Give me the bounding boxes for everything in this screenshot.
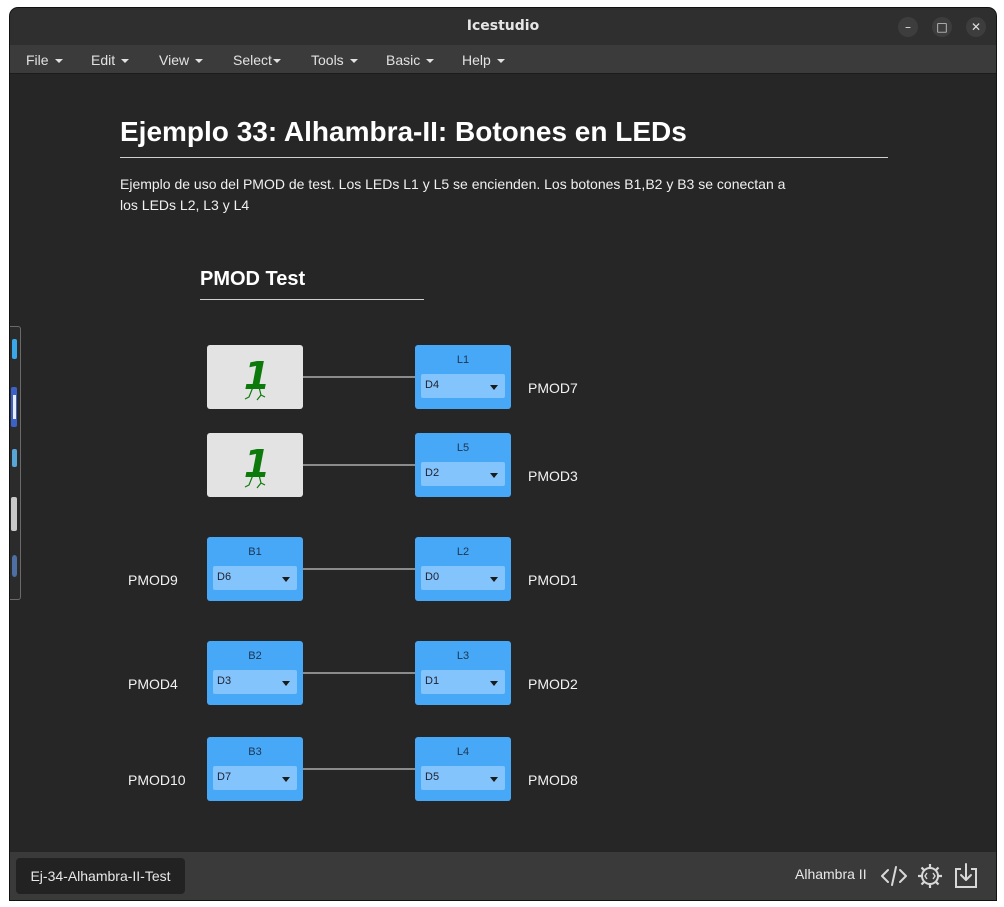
caret-down-icon (282, 577, 290, 582)
side-dock[interactable] (10, 326, 21, 600)
menu-file[interactable]: File (26, 52, 63, 68)
block-name: L4 (456, 746, 470, 758)
download-icon[interactable] (952, 862, 980, 890)
input-block-b3[interactable]: B3 D7 (207, 737, 303, 801)
caret-down-icon (282, 777, 290, 782)
maximize-button[interactable]: □ (932, 17, 952, 37)
doc-title: Ejemplo 33: Alhambra-II: Botones en LEDs (120, 116, 687, 147)
output-block-l3[interactable]: L3 D1 (415, 641, 511, 705)
pmod-label: PMOD3 (528, 468, 578, 484)
block-name: B1 (248, 546, 262, 558)
caret-down-icon (490, 385, 498, 390)
caret-down-icon (490, 681, 498, 686)
block-name: B2 (248, 650, 262, 662)
constant-one-block[interactable]: 1 (207, 433, 303, 497)
project-tab[interactable]: Ej-34-Alhambra-II-Test (16, 858, 185, 894)
doc-subtitle: PMOD Test (200, 268, 306, 290)
gear-code-icon[interactable] (916, 862, 944, 890)
chevron-down-icon (195, 59, 204, 64)
board-name[interactable]: Alhambra II (795, 866, 867, 882)
pin-select[interactable]: D5 (421, 766, 505, 790)
output-block-l4[interactable]: L4 D5 (415, 737, 511, 801)
output-block-l2[interactable]: L2 D0 (415, 537, 511, 601)
pmod-label: PMOD2 (528, 676, 578, 692)
title-divider (120, 157, 888, 158)
pmod-label: PMOD1 (528, 572, 578, 588)
caret-down-icon (282, 681, 290, 686)
pmod-label: PMOD7 (528, 380, 578, 396)
code-icon[interactable] (880, 862, 908, 890)
menu-help[interactable]: Help (462, 52, 505, 68)
block-name: L1 (456, 354, 470, 366)
chevron-down-icon (496, 59, 505, 64)
app-window: Icestudio – □ ✕ File Edit View Select To… (10, 8, 996, 900)
input-block-b2[interactable]: B2 D3 (207, 641, 303, 705)
constant-one-icon: 1 (244, 354, 270, 401)
svg-text:1: 1 (244, 354, 270, 398)
menu-tools[interactable]: Tools (311, 52, 358, 68)
input-block-b1[interactable]: B1 D6 (207, 537, 303, 601)
menu-view[interactable]: View (159, 52, 204, 68)
chevron-down-icon (272, 59, 281, 64)
constant-one-icon: 1 (244, 442, 270, 489)
status-bar: Ej-34-Alhambra-II-Test Alhambra II (10, 852, 996, 900)
pmod-label: PMOD8 (528, 772, 578, 788)
pin-select[interactable]: D6 (213, 566, 297, 590)
block-name: L2 (456, 546, 470, 558)
pin-select[interactable]: D4 (421, 374, 505, 398)
close-button[interactable]: ✕ (966, 17, 986, 37)
doc-description: Ejemplo de uso del PMOD de test. Los LED… (120, 176, 786, 213)
pin-select[interactable]: D2 (421, 462, 505, 486)
chevron-down-icon (426, 59, 435, 64)
constant-one-block[interactable]: 1 (207, 345, 303, 409)
pin-select[interactable]: D0 (421, 566, 505, 590)
pmod-label: PMOD10 (128, 772, 186, 788)
pin-select[interactable]: D1 (421, 670, 505, 694)
caret-down-icon (490, 473, 498, 478)
wire[interactable] (303, 568, 415, 570)
dock-icons (11, 339, 17, 577)
wire[interactable] (303, 376, 415, 378)
pmod-label: PMOD9 (128, 572, 178, 588)
chevron-down-icon (54, 59, 63, 64)
minimize-button[interactable]: – (898, 17, 918, 37)
menu-edit[interactable]: Edit (91, 52, 130, 68)
caret-down-icon (490, 577, 498, 582)
output-block-l5[interactable]: L5 D2 (415, 433, 511, 497)
design-canvas[interactable]: Ejemplo 33: Alhambra-II: Botones en LEDs… (10, 74, 996, 852)
wire[interactable] (303, 768, 415, 770)
wire[interactable] (303, 672, 415, 674)
chevron-down-icon (349, 59, 358, 64)
caret-down-icon (490, 777, 498, 782)
wire[interactable] (303, 464, 415, 466)
block-name: B3 (248, 746, 262, 758)
menu-basic[interactable]: Basic (386, 52, 435, 68)
output-block-l1[interactable]: L1 D4 (415, 345, 511, 409)
title-bar: Icestudio – □ ✕ (10, 8, 996, 45)
pin-select[interactable]: D3 (213, 670, 297, 694)
menu-bar: File Edit View Select Tools Basic Help (10, 45, 996, 74)
chevron-down-icon (121, 59, 130, 64)
block-name: L5 (456, 442, 470, 454)
window-title: Icestudio (466, 18, 540, 34)
pmod-label: PMOD4 (128, 676, 178, 692)
svg-text:1: 1 (244, 442, 270, 486)
block-name: L3 (456, 650, 470, 662)
pin-select[interactable]: D7 (213, 766, 297, 790)
subtitle-divider (200, 299, 424, 300)
menu-select[interactable]: Select (233, 52, 281, 68)
